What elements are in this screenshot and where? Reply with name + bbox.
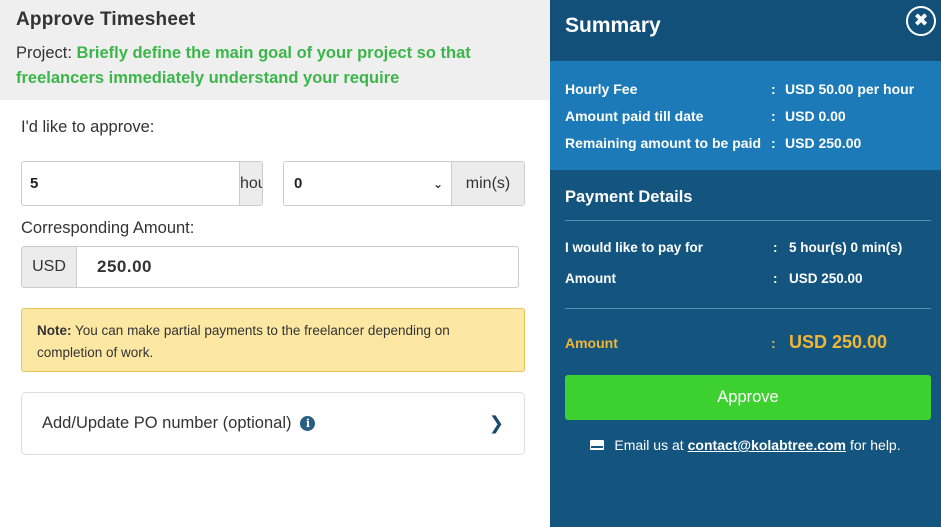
close-button[interactable]: ✖ [906,6,936,36]
po-number-label: Add/Update PO number (optional) [42,414,292,432]
summary-header: Summary [550,0,941,61]
fee-row-label: Amount paid till date [565,107,704,124]
timesheet-form-pane: Approve Timesheet Project: Briefly defin… [0,0,550,527]
fee-row-value: USD 0.00 [785,107,846,124]
note-text: You can make partial payments to the fre… [37,323,450,360]
approve-label: I'd like to approve: [21,118,155,136]
divider [565,308,931,309]
help-line: Email us at contact@kolabtree.com for he… [550,437,941,453]
help-suffix: for help. [850,437,901,453]
fee-row: Amount paid till date : USD 0.00 [550,102,941,129]
total-amount-colon: : [771,334,776,351]
payment-row-label: I would like to pay for [565,240,704,255]
hours-input[interactable] [22,162,239,205]
project-goal: Briefly define the main goal of your pro… [16,44,471,87]
payment-row: I would like to pay for : 5 hour(s) 0 mi… [550,232,941,263]
divider [565,220,931,221]
fee-row: Remaining amount to be paid : USD 250.00 [550,129,941,156]
amount-label: Corresponding Amount: [21,219,195,237]
summary-title: Summary [565,14,661,37]
payment-details: Payment Details I would like to pay for … [550,170,941,527]
minutes-selected-value: 0 [294,175,303,192]
po-number-row[interactable]: Add/Update PO number (optional) i ❯ [21,392,525,455]
chevron-right-icon: ❯ [488,413,504,433]
payment-row-value: USD 250.00 [789,271,863,286]
help-prefix: Email us at [614,437,684,453]
payment-row-value: 5 hour(s) 0 min(s) [789,240,903,255]
help-email-link[interactable]: contact@kolabtree.com [688,437,846,453]
total-amount-label: Amount [565,334,618,351]
payment-row-colon: : [773,240,778,255]
minutes-input-group: 0 ⌄ min(s) [283,161,525,206]
fee-row: Hourly Fee : USD 50.00 per hour [550,75,941,102]
envelope-icon [590,440,605,450]
payment-row: Amount : USD 250.00 [550,263,941,294]
partial-payment-note: Note: You can make partial payments to t… [21,308,525,372]
fee-row-label: Remaining amount to be paid [565,134,762,151]
amount-field[interactable]: 250.00 [77,247,518,287]
fee-row-label: Hourly Fee [565,80,638,97]
chevron-down-icon: ⌄ [432,176,443,191]
payment-details-title: Payment Details [565,188,693,206]
total-amount-row: Amount : USD 250.00 [550,332,941,353]
payment-row-colon: : [773,271,778,286]
close-icon: ✖ [913,10,929,31]
project-prefix: Project: [16,44,72,62]
hours-input-group: hour(s) [21,161,263,206]
hours-unit-label: hour(s) [239,162,262,205]
total-amount-value: USD 250.00 [789,332,888,352]
currency-prefix: USD [22,247,77,287]
summary-pane: Summary ✖ Hourly Fee : USD 50.00 per hou… [550,0,941,527]
note-prefix: Note: [37,323,72,338]
minutes-select[interactable]: 0 ⌄ [284,162,451,205]
fee-row-colon: : [771,80,776,97]
fee-row-colon: : [771,107,776,124]
payment-rows: I would like to pay for : 5 hour(s) 0 mi… [550,232,941,294]
fee-row-value: USD 50.00 per hour [785,80,915,97]
minutes-unit-label: min(s) [451,162,524,205]
form-header: Approve Timesheet Project: Briefly defin… [0,0,550,100]
fee-row-colon: : [771,134,776,151]
approve-button[interactable]: Approve [565,375,931,420]
amount-input-group: USD 250.00 [21,246,519,288]
payment-row-label: Amount [565,271,616,286]
project-description: Project: Briefly define the main goal of… [16,41,534,91]
info-icon[interactable]: i [300,416,316,431]
fee-summary: Hourly Fee : USD 50.00 per hour Amount p… [550,61,941,170]
page-title: Approve Timesheet [16,9,196,30]
fee-row-value: USD 250.00 [785,134,862,151]
